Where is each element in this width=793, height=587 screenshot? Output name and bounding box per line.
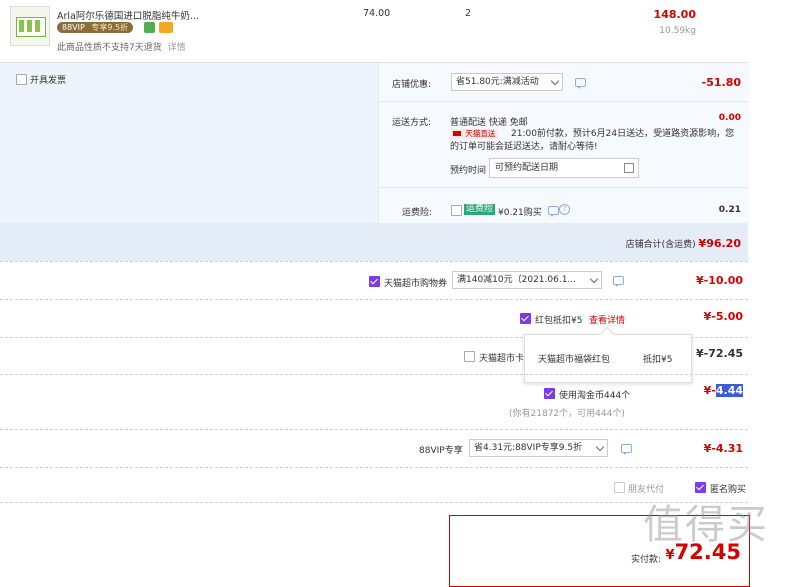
coupon-label: 天猫超市购物券 [384, 279, 448, 289]
shipping-fee: 0.00 [718, 113, 741, 123]
chat-icon[interactable] [613, 276, 624, 287]
shop-discount-value: 省51.80元:满减活动 [456, 77, 539, 87]
delivery-notice-text: 21:00前付款，预计6月24日送达，受道路资源影响，您的订单可能会延迟送达，请… [450, 129, 735, 152]
red-packet-popup: 天猫超市福袋红包 抵扣¥5 [524, 326, 692, 383]
return-note: 此商品性质不支持7天退货 详情 [57, 40, 186, 53]
shop-discount-select[interactable]: 省51.80元:满减活动 [451, 73, 563, 91]
taojinbi-amount-value: 4.44 [715, 384, 743, 397]
shop-discount-amount: -51.80 [701, 76, 741, 89]
taojinbi-checkbox[interactable] [544, 388, 555, 399]
vip-discount-tag: 88VIP 专享9.5折 [57, 22, 134, 33]
coupon-checkbox[interactable] [369, 276, 380, 287]
popup-packet-value: 抵扣¥5 [643, 355, 673, 365]
red-packet-checkbox[interactable] [520, 313, 531, 324]
divider [378, 101, 748, 102]
red-packet-amount: ¥-5.00 [703, 310, 743, 323]
vip88-label: 88VIP专享 [419, 446, 463, 456]
divider [0, 467, 748, 468]
card-service-icon [159, 22, 173, 33]
actual-pay-currency: ¥ [665, 548, 675, 563]
tmall-card-checkbox[interactable] [464, 351, 475, 362]
actual-pay-label: 实付款: [631, 555, 662, 565]
divider [0, 429, 748, 430]
watermark: 值得买 [643, 492, 769, 550]
chevron-down-icon [550, 76, 560, 86]
insurance-amount: 0.21 [718, 205, 741, 215]
divider [0, 374, 748, 375]
schedule-placeholder: 可预约配送日期 [495, 163, 559, 173]
product-thumbnail[interactable] [10, 6, 50, 46]
coupon-value: 满140减10元（2021.06.1... [457, 275, 577, 285]
vip88-value: 省4.31元:88VIP专享9.5折 [474, 443, 583, 453]
tmall-card-label: 天猫超市卡 [479, 354, 525, 364]
vip88-select[interactable]: 省4.31元:88VIP专享9.5折 [469, 439, 608, 457]
popup-packet-name: 天猫超市福袋红包 [538, 355, 611, 365]
taojinbi-amount: ¥-4.44 [704, 384, 743, 397]
tmall-card-amount: ¥-72.45 [695, 347, 743, 360]
quantity: 2 [465, 8, 472, 19]
coupon-amount: ¥-10.00 [695, 274, 743, 287]
chevron-down-icon [595, 442, 605, 452]
chat-icon[interactable] [621, 444, 632, 455]
return-note-text: 此商品性质不支持7天退货 [57, 43, 162, 53]
vip-tag-label: 88VIP [62, 23, 85, 32]
invoice-checkbox[interactable] [16, 74, 27, 85]
schedule-label: 预约时间 [450, 166, 487, 176]
invoice-label: 开具发票 [30, 76, 67, 86]
popup-arrow [599, 326, 615, 342]
schedule-input[interactable]: 可预约配送日期 [489, 158, 639, 178]
shop-discount-label: 店铺优惠: [392, 80, 432, 90]
taojinbi-amount-prefix: ¥- [703, 384, 716, 397]
insurance-checkbox[interactable] [451, 205, 462, 216]
vip-tag-discount: 专享9.5折 [91, 23, 129, 32]
subtotal: 148.00 [653, 8, 696, 21]
shipping-label: 运送方式: [392, 118, 432, 128]
return-detail-link[interactable]: 详情 [168, 43, 186, 53]
insurance-label: 运费险: [402, 208, 433, 218]
coupon-select[interactable]: 满140减10元（2021.06.1... [452, 271, 602, 289]
unit-price: 74.00 [363, 8, 391, 19]
calendar-icon[interactable] [624, 163, 634, 173]
product-title[interactable]: Arla阿尔乐德国进口脱脂纯牛奶... [57, 8, 199, 22]
shop-order-panel: 开具发票 店铺优惠: 省51.80元:满减活动 -51.80 运送方式: 普通配… [0, 62, 749, 261]
help-icon[interactable]: ? [559, 204, 570, 215]
taojinbi-label: 使用淘金币444个 [559, 391, 631, 401]
taojinbi-note: (你有21872个，可用444个) [509, 409, 625, 419]
divider [378, 187, 748, 188]
chat-icon[interactable] [548, 206, 559, 217]
watermark-text: 值得买 [643, 502, 769, 548]
shop-total: 店铺合计(含运费) ¥96.20 [626, 237, 741, 250]
shop-total-label: 店铺合计(含运费) [625, 240, 696, 250]
chevron-down-icon [589, 274, 599, 284]
red-packet-detail-link[interactable]: 查看详情 [589, 313, 625, 326]
vip88-amount: ¥-4.31 [703, 442, 743, 455]
divider [0, 261, 748, 262]
red-packet-label: 红包抵扣¥5 [535, 316, 583, 326]
weight: 10.59kg [659, 26, 696, 36]
shop-total-value: ¥96.20 [698, 237, 741, 250]
insurance-price: ¥0.21购买 [498, 208, 542, 218]
divider [0, 502, 748, 503]
product-row: Arla阿尔乐德国进口脱脂纯牛奶... 88VIP 专享9.5折 此商品性质不支… [0, 0, 748, 62]
shipping-method: 普通配送 快递 免邮 [450, 118, 528, 128]
green-service-icon [144, 22, 155, 33]
chat-icon[interactable] [575, 78, 586, 89]
delivery-notice: 21:00前付款，预计6月24日送达，受道路资源影响，您的订单可能会延迟送达，请… [450, 128, 740, 154]
insurance-badge: 运费险 [464, 204, 496, 215]
divider [0, 299, 748, 300]
friend-pay-checkbox[interactable] [614, 482, 625, 493]
